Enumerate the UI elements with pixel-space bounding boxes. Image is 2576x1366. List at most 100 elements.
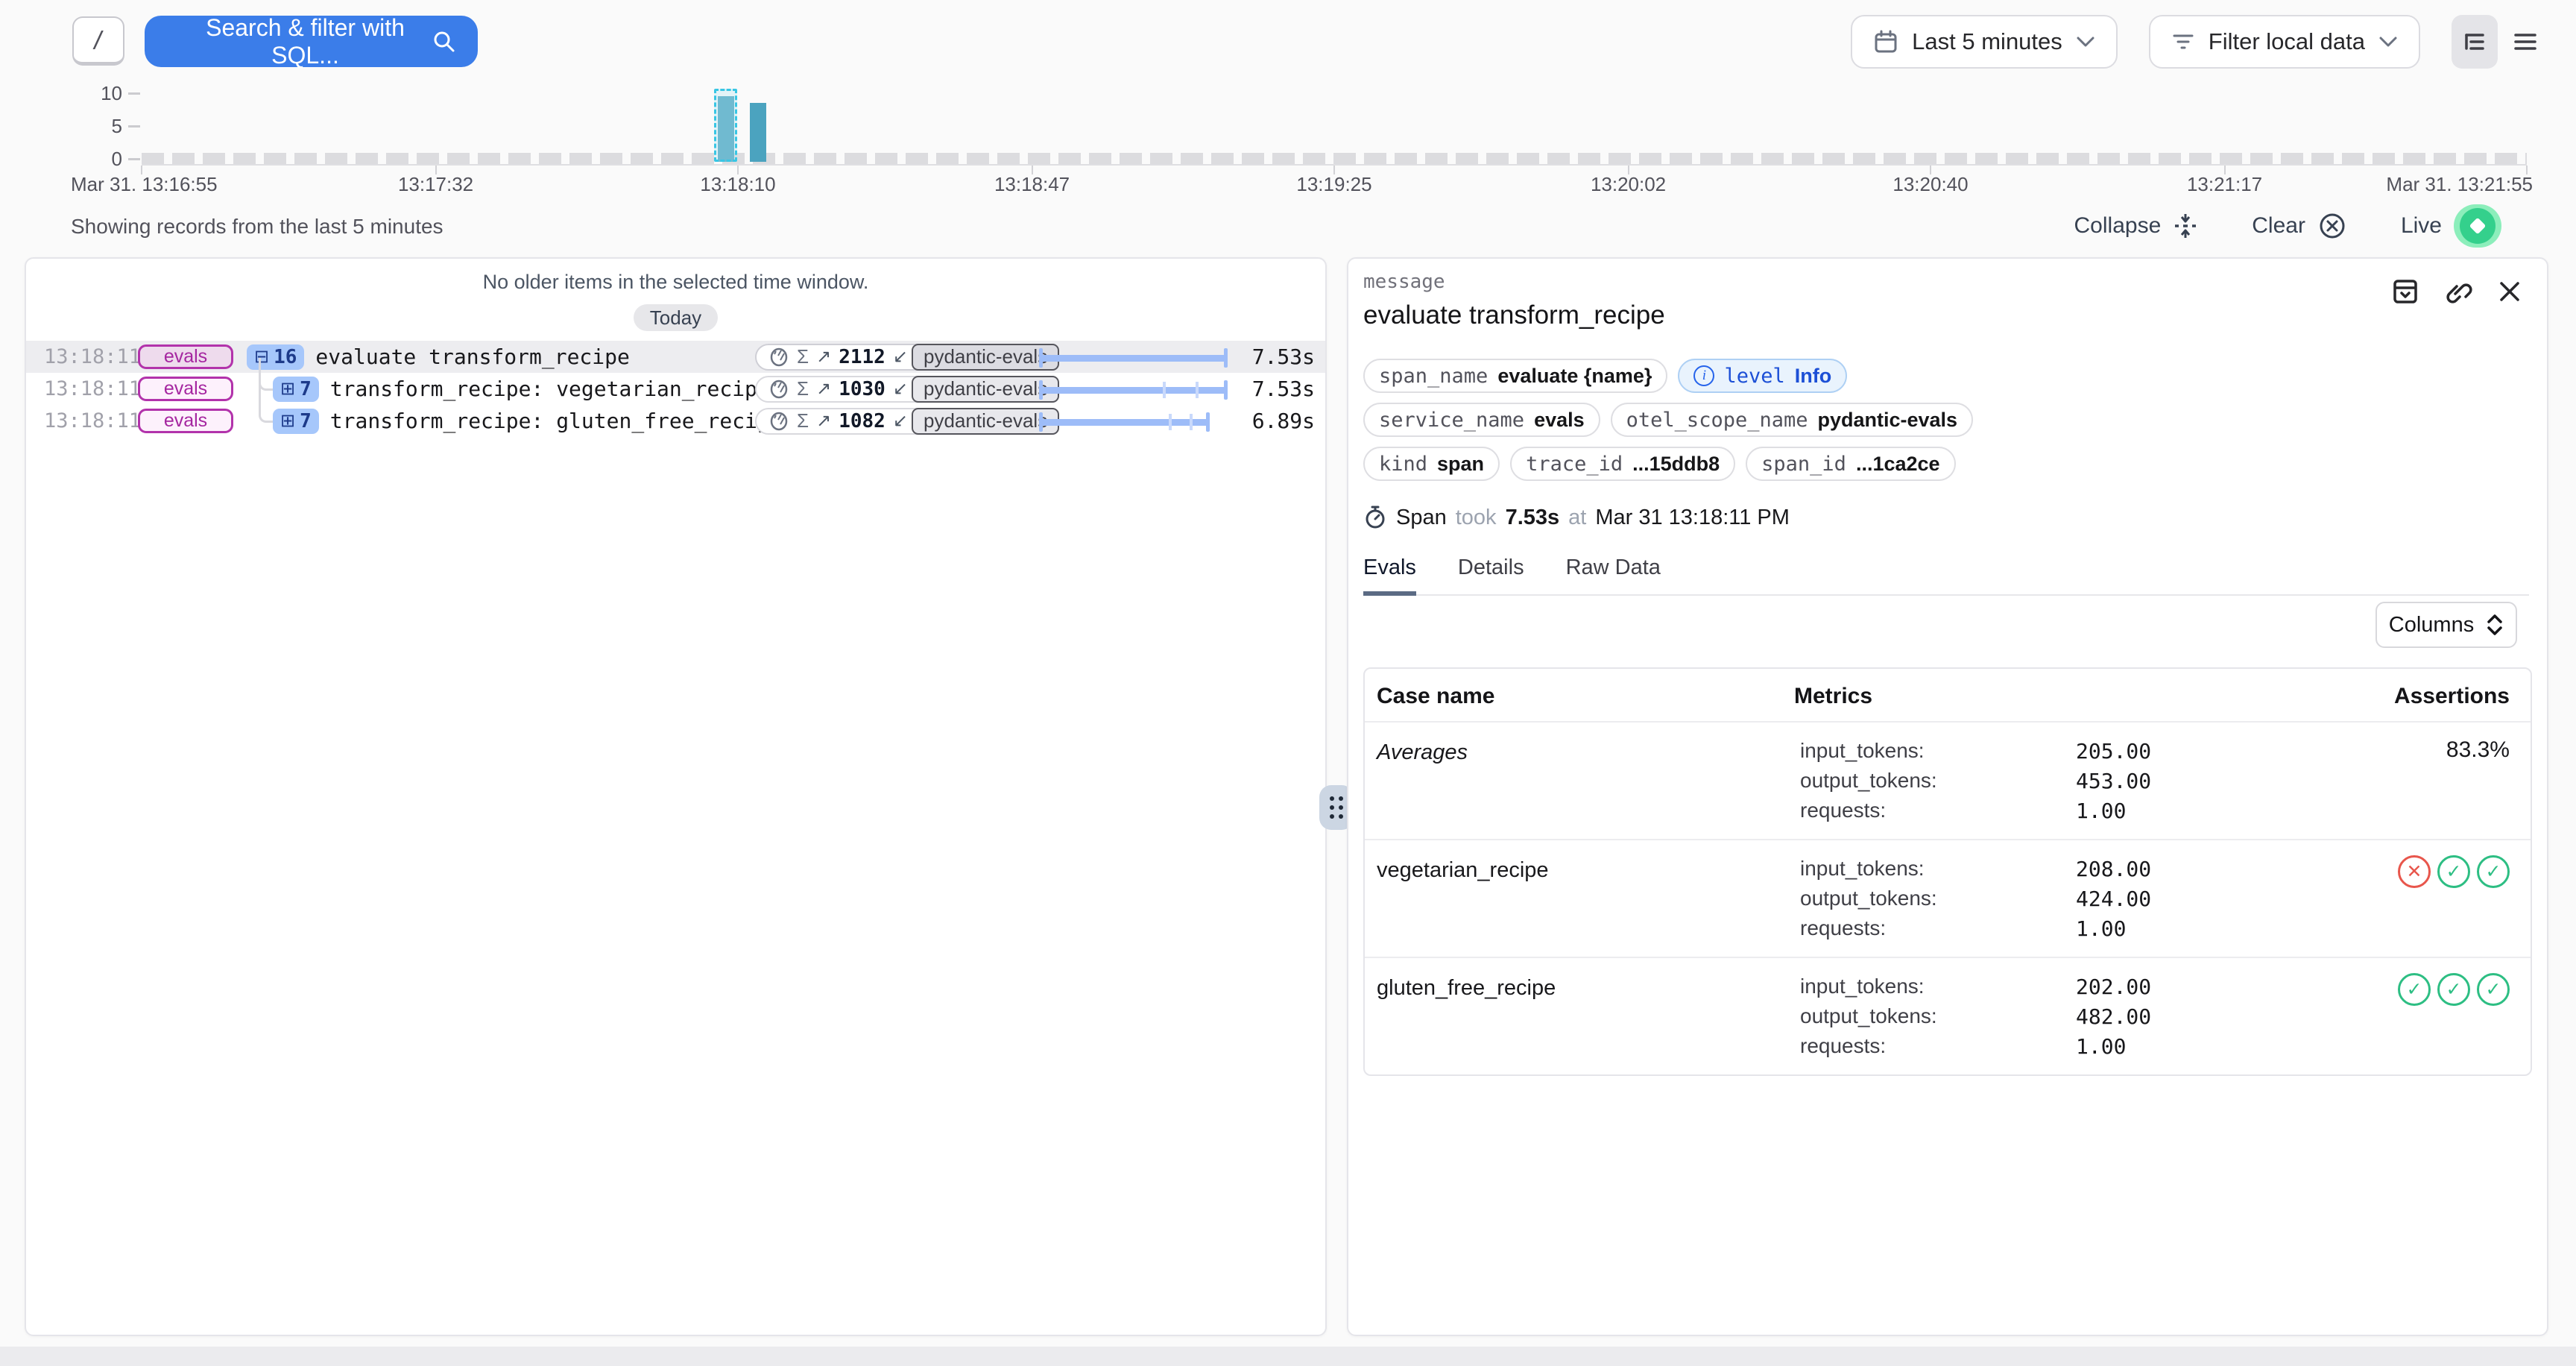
clear-button[interactable]: Clear <box>2252 211 2347 241</box>
x-axis-tick-label: 13:20:02 <box>1591 173 1666 196</box>
assertion-icons: ✓✓✓ <box>2334 958 2531 1074</box>
col-case-name: Case name <box>1365 669 1782 721</box>
live-toggle[interactable]: Live <box>2401 204 2501 248</box>
tokens-out-arrow-icon: ↙ <box>893 410 908 432</box>
tokens-in-arrow-icon: ↗ <box>816 346 831 368</box>
expand-square-icon: ⊞ <box>280 380 295 398</box>
span-duration-bar <box>1038 406 1233 436</box>
tree-view-button[interactable] <box>2452 15 2498 69</box>
row-timestamp: 13:18:11 <box>44 409 141 432</box>
span-duration-bar <box>1038 374 1233 404</box>
evals-row-averages: Averages input_tokens:205.00 output_toke… <box>1365 721 2531 839</box>
trace-row-root[interactable]: 13:18:11 evals ⊟ 16 evaluate transform_r… <box>26 341 1325 373</box>
time-range-label: Last 5 minutes <box>1912 28 2062 55</box>
span-duration-bar <box>1038 342 1233 372</box>
sigma-icon: Σ <box>797 377 809 400</box>
collapse-icon <box>2173 213 2198 239</box>
filter-local-data-button[interactable]: Filter local data <box>2149 15 2420 69</box>
info-icon: i <box>1693 365 1714 386</box>
y-axis-tick <box>128 125 140 128</box>
tree-view-icon <box>2461 29 2488 54</box>
trace-row-child[interactable]: 13:18:11 evals ⊞ 7 transform_recipe: veg… <box>26 373 1325 405</box>
span-duration: 7.53s <box>1252 377 1315 401</box>
service-tag[interactable]: evals <box>138 409 233 433</box>
histogram-bar[interactable] <box>750 103 766 162</box>
collapse-button[interactable]: Collapse <box>2074 213 2199 239</box>
evals-row-vegetarian: vegetarian_recipe input_tokens:208.00 ou… <box>1365 839 2531 957</box>
y-axis-tick-label: 5 <box>88 115 122 138</box>
x-axis-tick-label: 13:18:10 <box>700 173 775 196</box>
bottom-strip <box>0 1347 2576 1366</box>
sigma-icon: Σ <box>797 409 809 432</box>
span-duration: 7.53s <box>1252 344 1315 369</box>
y-axis-tick <box>128 92 140 95</box>
span-name: evaluate transform_recipe <box>315 344 629 369</box>
close-icon[interactable] <box>2493 275 2526 308</box>
evals-row-gluten-free: gluten_free_recipe input_tokens:202.00 o… <box>1365 957 2531 1074</box>
empty-buckets-strip <box>142 153 2527 164</box>
x-axis-tick-label: Mar 31. 13:16:55 <box>71 173 218 196</box>
y-axis-tick <box>128 158 140 160</box>
col-assertions: Assertions <box>2334 669 2531 721</box>
service-tag[interactable]: evals <box>138 377 233 401</box>
row-timestamp: 13:18:11 <box>44 377 141 400</box>
coin-icon <box>768 379 789 400</box>
trace-rows: 13:18:11 evals ⊟ 16 evaluate transform_r… <box>26 341 1325 437</box>
filter-label: Filter local data <box>2209 28 2365 55</box>
expand-children-badge[interactable]: ⊞ 7 <box>273 377 319 402</box>
copy-link-icon[interactable] <box>2441 275 2474 308</box>
x-axis-tick-label: 13:18:47 <box>994 173 1070 196</box>
selected-bucket-outline <box>714 89 737 162</box>
trace-row-child[interactable]: 13:18:11 evals ⊞ 7 transform_recipe: glu… <box>26 405 1325 437</box>
kind-chip[interactable]: kind span <box>1363 447 1500 481</box>
tab-evals[interactable]: Evals <box>1363 555 1416 596</box>
x-axis-tick-label: 13:21:17 <box>2187 173 2262 196</box>
empty-window-notice: No older items in the selected time wind… <box>26 271 1325 294</box>
live-indicator-icon <box>2454 204 2501 248</box>
evals-table: Case name Metrics Assertions Averages in… <box>1363 667 2532 1076</box>
span-name-chip[interactable]: span_name evaluate {name} <box>1363 359 1667 393</box>
chevron-down-icon <box>2378 36 2398 48</box>
service-tag[interactable]: evals <box>138 344 233 369</box>
pass-check-icon: ✓ <box>2398 973 2431 1006</box>
search-button[interactable]: Search & filter with SQL... <box>145 16 478 67</box>
x-axis-tick-label: 13:20:40 <box>1892 173 1968 196</box>
pass-check-icon: ✓ <box>2477 855 2510 888</box>
tokens-in-arrow-icon: ↗ <box>816 378 831 400</box>
status-row: Showing records from the last 5 minutes … <box>0 203 2576 249</box>
list-view-button[interactable] <box>2502 15 2548 69</box>
dock-panel-icon[interactable] <box>2389 275 2422 308</box>
span-id-chip[interactable]: span_id ...1ca2ce <box>1746 447 1955 481</box>
otel-scope-chip[interactable]: otel_scope_name pydantic-evals <box>1611 403 1973 437</box>
x-axis-tick-label: 13:17:32 <box>398 173 473 196</box>
row-timestamp: 13:18:11 <box>44 345 141 368</box>
sigma-icon: Σ <box>797 345 809 368</box>
assertions-percentage: 83.3% <box>2334 723 2531 839</box>
span-detail-panel: message evaluate transform_recipe span_n… <box>1347 257 2548 1336</box>
stopwatch-icon <box>1363 505 1387 530</box>
view-mode-toggle <box>2452 15 2548 69</box>
service-name-chip[interactable]: service_name evals <box>1363 403 1600 437</box>
clear-circle-x-icon <box>2317 211 2347 241</box>
x-axis-tick-label: Mar 31. 13:21:55 <box>2386 173 2533 196</box>
span-duration-line: Span took 7.53s at Mar 31 13:18:11 PM <box>1363 505 2529 530</box>
level-chip[interactable]: i level Info <box>1678 359 1847 393</box>
span-duration: 6.89s <box>1252 409 1315 433</box>
trace-id-chip[interactable]: trace_id ...15ddb8 <box>1510 447 1735 481</box>
time-range-button[interactable]: Last 5 minutes <box>1851 15 2118 69</box>
tab-details[interactable]: Details <box>1458 555 1524 594</box>
expand-children-badge[interactable]: ⊞ 7 <box>273 409 319 434</box>
tab-raw-data[interactable]: Raw Data <box>1566 555 1661 594</box>
today-pill[interactable]: Today <box>634 304 718 331</box>
span-detail-title: evaluate transform_recipe <box>1363 300 2529 330</box>
topbar: / Search & filter with SQL... Last 5 min… <box>0 0 2576 84</box>
pass-check-icon: ✓ <box>2437 855 2470 888</box>
columns-button[interactable]: Columns <box>2375 602 2517 648</box>
assertion-icons: ✕✓✓ <box>2334 840 2531 957</box>
col-metrics: Metrics <box>1782 669 2334 721</box>
tokens-in-arrow-icon: ↗ <box>816 410 831 432</box>
search-label: Search & filter with SQL... <box>179 14 432 69</box>
record-kind-label: message <box>1363 271 2529 293</box>
showing-records-text: Showing records from the last 5 minutes <box>71 215 443 239</box>
span-name: transform_recipe: vegetarian_recipe <box>330 377 770 401</box>
